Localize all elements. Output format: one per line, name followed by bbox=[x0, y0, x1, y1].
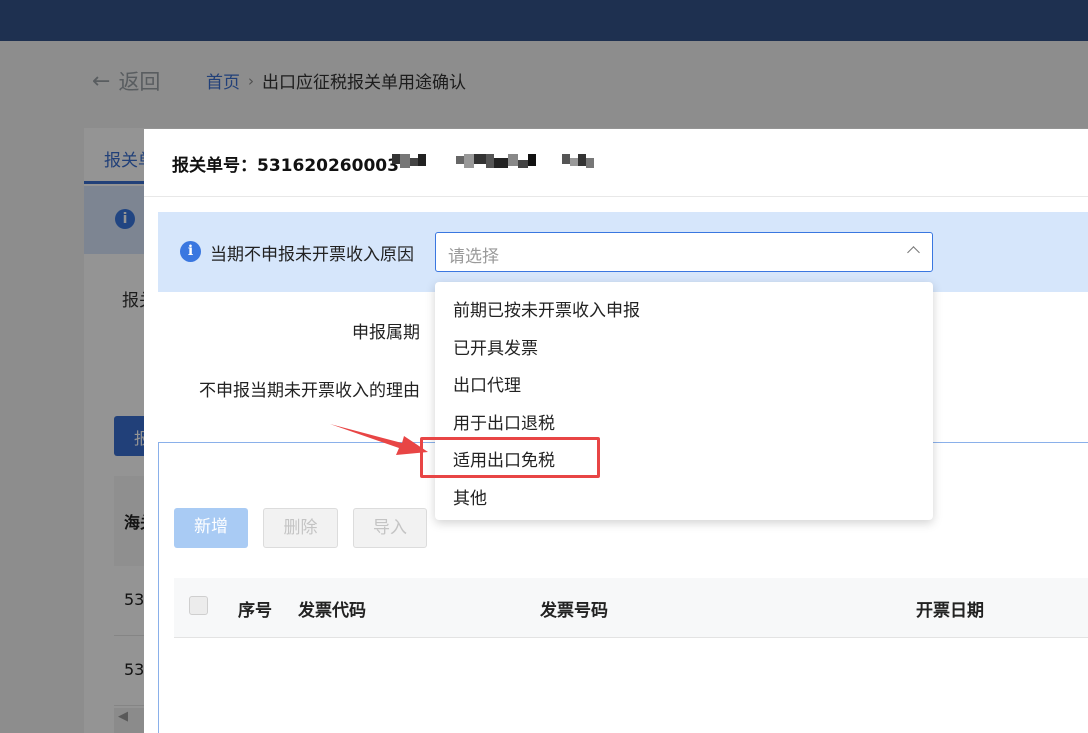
annotation-arrow-icon bbox=[330, 424, 428, 455]
